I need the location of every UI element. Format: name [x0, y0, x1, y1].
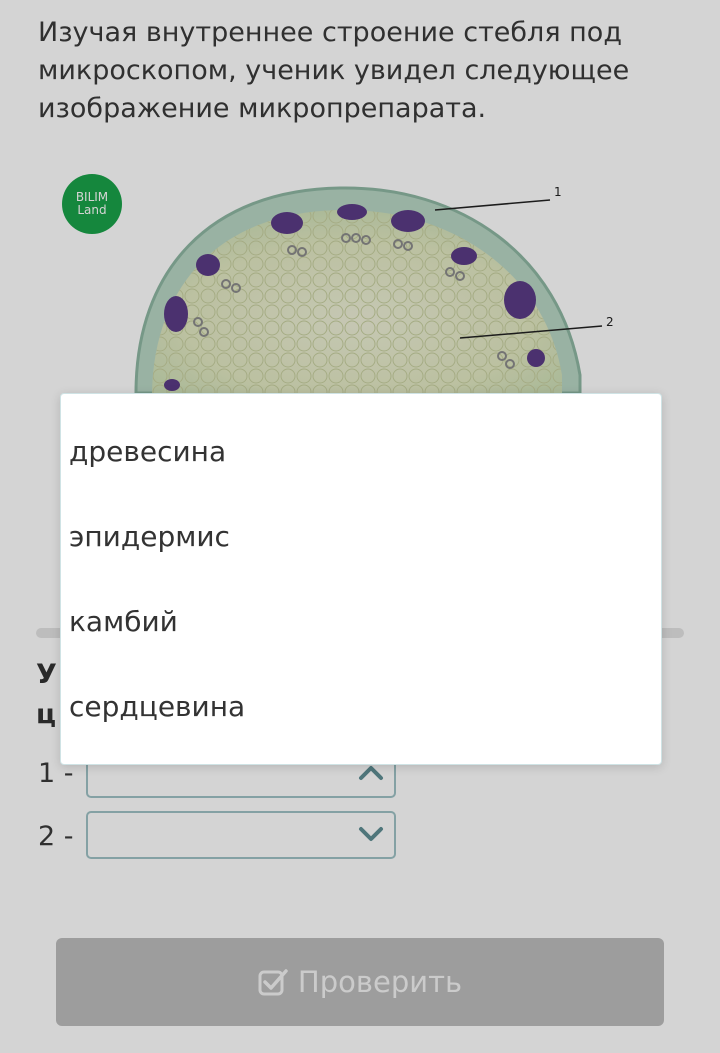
option-epidermis[interactable]: эпидермис [69, 507, 230, 567]
option-kambiy[interactable]: камбий [69, 592, 178, 652]
answer-options-dropdown: древесина эпидермис камбий сердцевина [60, 393, 662, 765]
option-drevesina[interactable]: древесина [69, 422, 226, 482]
option-serdtsevina[interactable]: сердцевина [69, 677, 245, 737]
